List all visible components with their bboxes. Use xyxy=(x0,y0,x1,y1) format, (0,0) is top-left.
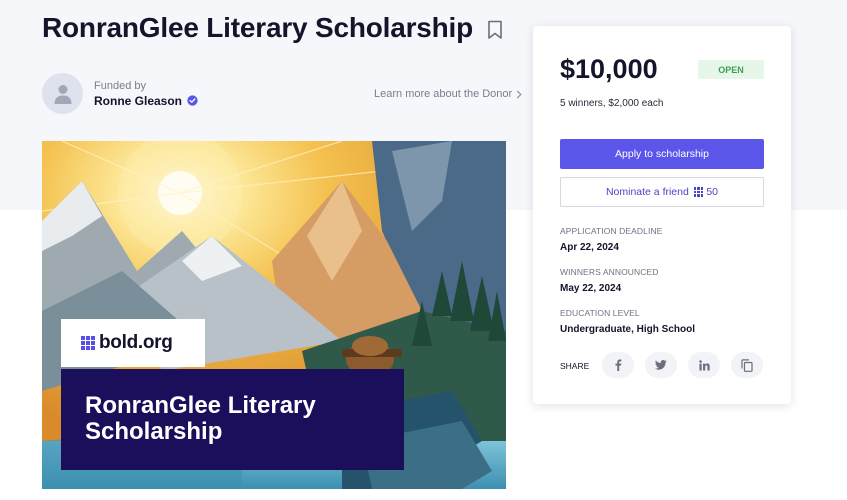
bold-org-logo: bold.org xyxy=(61,319,205,367)
winners-announced-info: WINNERS ANNOUNCED May 22, 2024 xyxy=(560,267,659,294)
copy-link-icon xyxy=(741,358,753,372)
learn-more-donor-link[interactable]: Learn more about the Donor xyxy=(374,88,522,100)
winners-announced-label: WINNERS ANNOUNCED xyxy=(560,267,659,277)
avatar xyxy=(42,73,83,114)
deadline-info: APPLICATION DEADLINE Apr 22, 2024 xyxy=(560,226,662,253)
winners-summary: 5 winners, $2,000 each xyxy=(560,98,664,109)
verified-icon xyxy=(187,95,198,106)
award-amount: $10,000 xyxy=(560,54,658,84)
education-level-label: EDUCATION LEVEL xyxy=(560,308,640,318)
points-grid-icon xyxy=(693,187,704,197)
bookmark-icon[interactable] xyxy=(487,20,503,40)
nominate-label: Nominate a friend xyxy=(605,186,689,198)
funded-by-label: Funded by xyxy=(94,79,146,92)
logo-text: bold.org xyxy=(99,332,173,353)
deadline-value: Apr 22, 2024 xyxy=(560,242,619,253)
share-facebook-button[interactable] xyxy=(602,352,634,378)
winners-announced-value: May 22, 2024 xyxy=(560,283,622,294)
share-linkedin-button[interactable] xyxy=(688,352,720,378)
copy-link-button[interactable] xyxy=(731,352,763,378)
hero-title: RonranGlee Literary Scholarship xyxy=(85,392,316,445)
facebook-icon xyxy=(615,359,622,371)
deadline-label: APPLICATION DEADLINE xyxy=(560,226,663,236)
funder-block: Funded by Ronne Gleason xyxy=(42,73,198,114)
education-level-value: Undergraduate, High School xyxy=(560,324,696,335)
nominate-friend-button[interactable]: Nominate a friend 50 xyxy=(560,177,764,207)
nominate-points: 50 xyxy=(706,186,719,198)
education-level-info: EDUCATION LEVEL Undergraduate, High Scho… xyxy=(560,308,695,335)
donor-name[interactable]: Ronne Gleason xyxy=(94,94,182,108)
share-twitter-button[interactable] xyxy=(645,352,677,378)
logo-grid-icon xyxy=(81,336,95,350)
page-title: RonranGlee Literary Scholarship xyxy=(42,12,474,43)
person-icon xyxy=(54,84,71,104)
scholarship-summary-card: $10,000 OPEN 5 winners, $2,000 each Appl… xyxy=(533,26,791,404)
share-label: SHARE xyxy=(560,361,590,371)
linkedin-icon xyxy=(698,359,710,371)
twitter-icon xyxy=(655,360,667,370)
hero-title-banner: RonranGlee Literary Scholarship xyxy=(61,369,404,470)
chevron-right-icon xyxy=(516,90,522,98)
learn-more-label: Learn more about the Donor xyxy=(374,88,513,100)
status-badge: OPEN xyxy=(698,60,764,79)
apply-button[interactable]: Apply to scholarship xyxy=(560,139,764,169)
hero-image: bold.org RonranGlee Literary Scholarship xyxy=(42,141,506,489)
